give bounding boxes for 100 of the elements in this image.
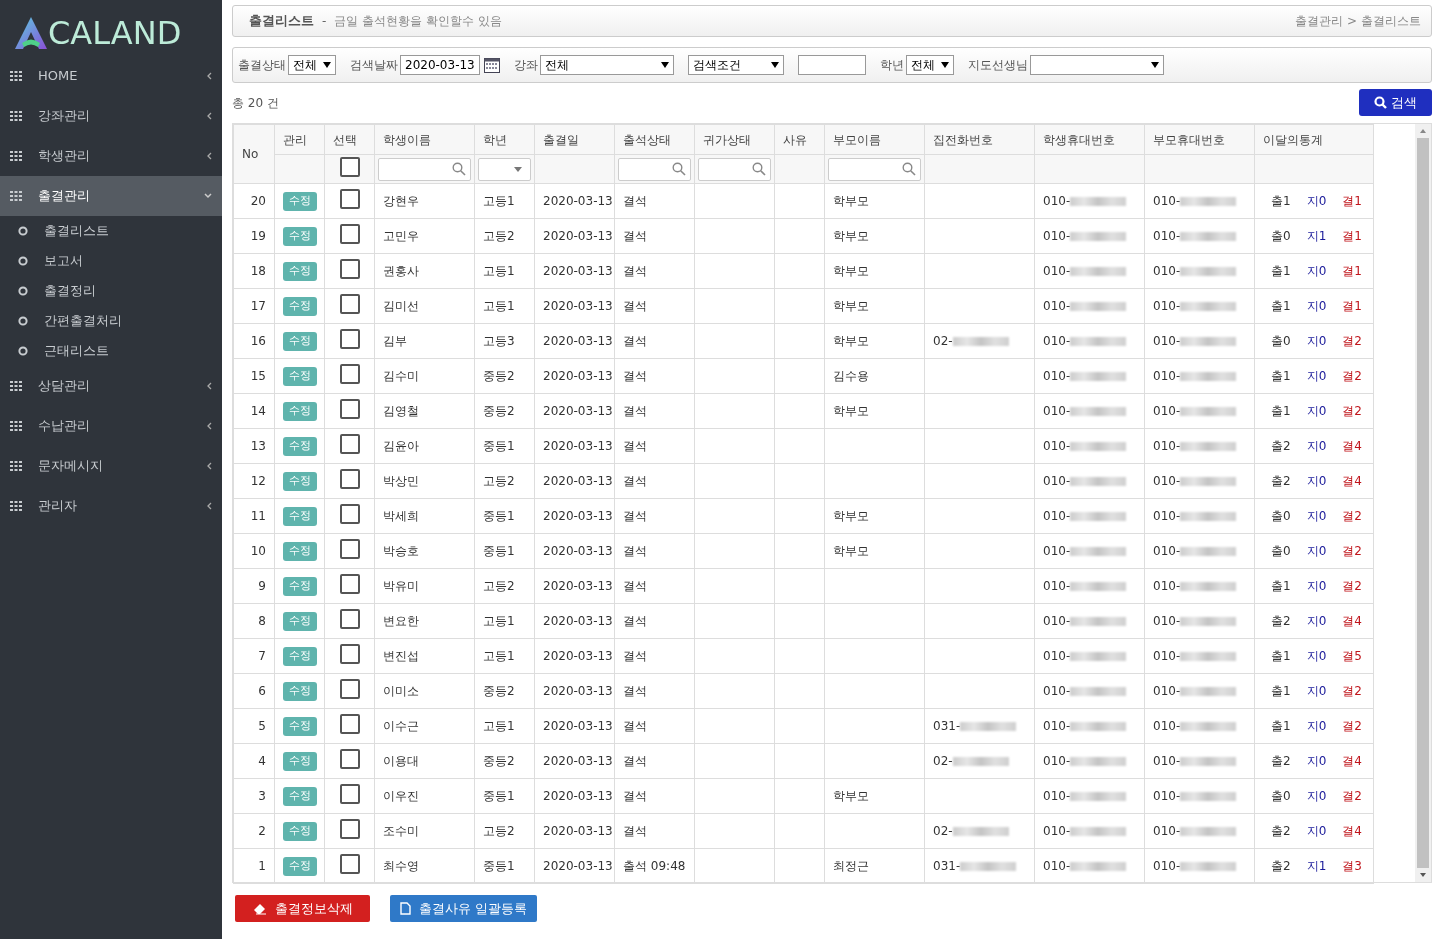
edit-button[interactable]: 수정 [283,227,317,246]
calendar-icon[interactable] [484,57,500,73]
filter-search-field[interactable] [698,157,771,181]
sidebar-item[interactable]: 상담관리 [0,366,222,406]
sidebar-item[interactable]: 문자메시지 [0,446,222,486]
edit-button[interactable]: 수정 [283,332,317,351]
sidebar-item[interactable]: HOME [0,56,222,96]
bulk-register-button[interactable]: 출결사유 일괄등록 [390,895,537,922]
stat-count: 지0 [1306,789,1327,803]
dropdown-field[interactable]: 전체 [906,55,954,75]
filter-label: 검색날짜 [350,57,398,74]
row-number: 20 [250,194,266,208]
edit-button[interactable]: 수정 [283,472,317,491]
filter-search-field[interactable] [828,157,921,181]
parent-name: 학부모 [833,264,869,278]
sidebar-item[interactable]: 강좌관리 [0,96,222,136]
row-checkbox[interactable] [339,223,360,244]
sidebar-subitem[interactable]: 보고서 [0,246,222,276]
edit-button[interactable]: 수정 [283,192,317,211]
date-text: 2020-03-13 [543,299,613,313]
date-text: 2020-03-13 [543,789,613,803]
row-checkbox[interactable] [339,818,360,839]
circle-icon [18,286,28,296]
edit-button[interactable]: 수정 [283,367,317,386]
sidebar-item[interactable]: 수납관리 [0,406,222,446]
date-field[interactable]: 2020-03-13 [400,55,480,75]
row-checkbox[interactable] [339,293,360,314]
dropdown-field[interactable]: 전체 [288,55,336,75]
row-checkbox[interactable] [339,363,360,384]
stat-count: 지0 [1306,369,1327,383]
date-text: 2020-03-13 [543,369,613,383]
dropdown-field[interactable]: 전체 [540,55,674,75]
edit-button[interactable]: 수정 [283,822,317,841]
row-checkbox[interactable] [339,608,360,629]
edit-button[interactable]: 수정 [283,577,317,596]
edit-button[interactable]: 수정 [283,297,317,316]
stat-count: 지0 [1306,579,1327,593]
edit-button[interactable]: 수정 [283,787,317,806]
sidebar-item[interactable]: 출결관리 [0,176,222,216]
sidebar-subitem[interactable]: 출결리스트 [0,216,222,246]
edit-button[interactable]: 수정 [283,647,317,666]
grid-icon [10,421,22,431]
phone-number: 010- [1043,544,1071,558]
sidebar-subitem[interactable]: 출결정리 [0,276,222,306]
row-checkbox[interactable] [339,328,360,349]
row-checkbox[interactable] [339,398,360,419]
phone-number: 010- [1153,369,1181,383]
stat-count: 출1 [1271,649,1291,663]
text-field[interactable] [798,55,866,75]
row-checkbox[interactable] [339,503,360,524]
filter-search-field[interactable] [378,157,471,181]
stat-count: 출2 [1271,824,1291,838]
search-button[interactable]: 검색 [1359,89,1432,116]
parent-name: 학부모 [833,299,869,313]
search-icon [672,162,686,176]
sidebar-subitem[interactable]: 근태리스트 [0,336,222,366]
edit-button[interactable]: 수정 [283,402,317,421]
row-checkbox[interactable] [339,538,360,559]
scrollbar[interactable] [1415,124,1431,882]
dropdown-field[interactable]: 검색조건 [688,55,784,75]
row-checkbox[interactable] [339,468,360,489]
edit-button[interactable]: 수정 [283,717,317,736]
phone-number: 010- [1153,194,1181,208]
phone-number: 02- [933,824,953,838]
breadcrumb-item[interactable]: 출결리스트 [1361,12,1421,30]
edit-button[interactable]: 수정 [283,262,317,281]
edit-button[interactable]: 수정 [283,612,317,631]
edit-button[interactable]: 수정 [283,542,317,561]
document-icon [399,902,411,915]
parent-name: 최정근 [833,859,869,873]
edit-button[interactable]: 수정 [283,682,317,701]
row-checkbox[interactable] [339,573,360,594]
edit-button[interactable]: 수정 [283,507,317,526]
delete-button[interactable]: 출결정보삭제 [235,895,370,922]
row-checkbox[interactable] [339,853,360,874]
stat-count: 지0 [1306,544,1327,558]
sidebar-item[interactable]: 관리자 [0,486,222,526]
edit-button[interactable]: 수정 [283,857,317,876]
select-all-checkbox[interactable] [339,156,360,177]
dropdown-field[interactable] [1030,55,1164,75]
row-checkbox[interactable] [339,783,360,804]
row-checkbox[interactable] [339,678,360,699]
filter-search-field[interactable] [618,157,691,181]
student-name: 강현우 [383,194,419,208]
edit-button[interactable]: 수정 [283,752,317,771]
row-checkbox[interactable] [339,713,360,734]
sidebar-item[interactable]: 학생관리 [0,136,222,176]
row-checkbox[interactable] [339,188,360,209]
breadcrumb-item[interactable]: 출결관리 [1294,12,1343,30]
scrollbar-thumb[interactable] [1417,138,1429,868]
sidebar-subitem[interactable]: 간편출결처리 [0,306,222,336]
row-checkbox[interactable] [339,643,360,664]
phone-number: 010- [1043,509,1071,523]
caret-icon [514,166,522,172]
row-checkbox[interactable] [339,258,360,279]
edit-button[interactable]: 수정 [283,437,317,456]
row-checkbox[interactable] [339,433,360,454]
parent-name: 학부모 [833,789,869,803]
row-checkbox[interactable] [339,748,360,769]
grade-text: 고등1 [483,264,515,278]
